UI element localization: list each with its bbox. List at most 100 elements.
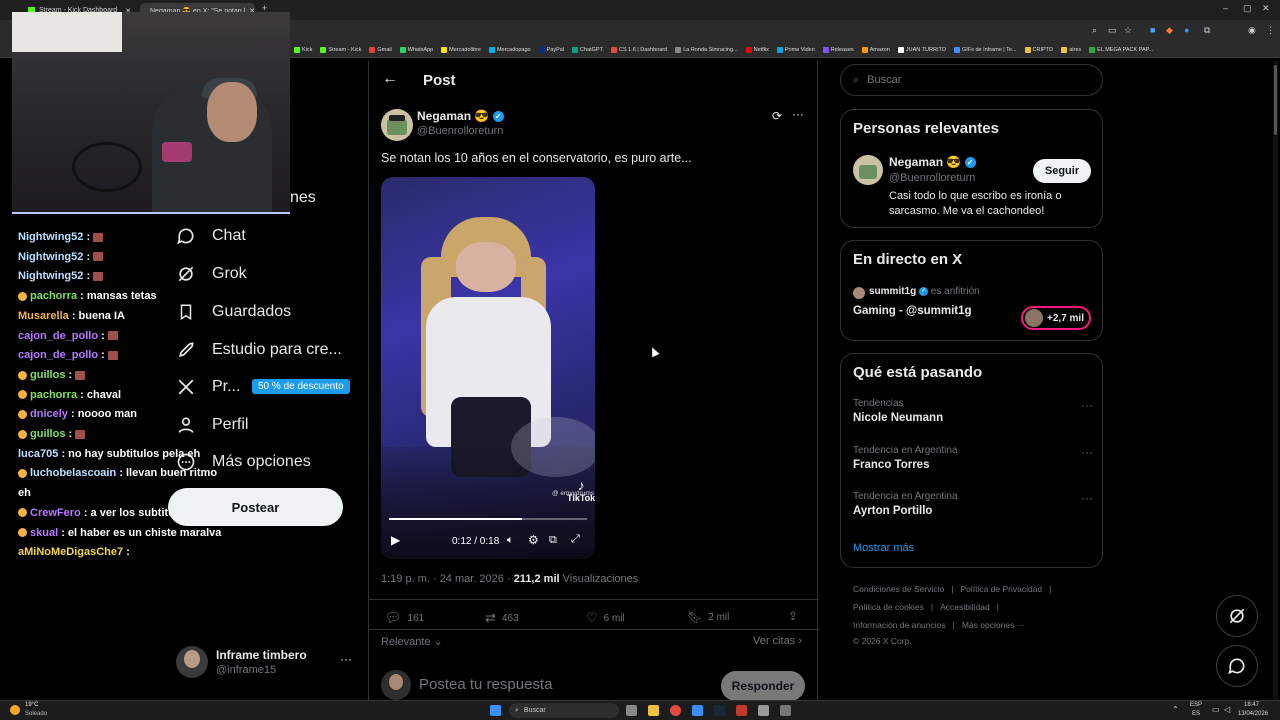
puzzle-icon[interactable]: ⧉	[1204, 25, 1210, 36]
more-icon[interactable]: ···	[1081, 398, 1093, 412]
scrollbar[interactable]	[1273, 61, 1278, 700]
view-quotes-link[interactable]: Ver citas ›	[753, 635, 802, 647]
chat-username[interactable]: Musarella	[18, 310, 69, 322]
live-topic[interactable]: Gaming - @summit1g	[853, 305, 972, 317]
profile-icon[interactable]: ◉	[1248, 25, 1256, 36]
bookmark-item[interactable]: Gmail	[369, 46, 392, 53]
footer-link[interactable]: Política de cookies	[853, 602, 924, 612]
maximize-icon[interactable]: ▢	[1243, 3, 1252, 14]
trend-item[interactable]: Tendencia en Argentina Franco Torres ···	[853, 445, 1093, 471]
footer-link[interactable]: Información de anuncios	[853, 620, 946, 630]
nav-item-profile[interactable]: Perfil	[176, 415, 248, 435]
chat-username[interactable]: dnicely	[30, 408, 68, 420]
like-button[interactable]: ♡ 6 mil	[586, 610, 625, 626]
reply-button[interactable]: 💬︎ 161	[385, 610, 424, 626]
trend-item[interactable]: Tendencia en Argentina Ayrton Portillo ·…	[853, 491, 1093, 517]
bookmark-item[interactable]: EL MEGA PACK PAP...	[1089, 46, 1153, 53]
follow-button[interactable]: Seguir	[1033, 159, 1091, 183]
windows-start-icon[interactable]	[490, 705, 501, 716]
bookmark-item[interactable]: CS 1.6 | Dashboard	[610, 46, 667, 53]
grok-fab-button[interactable]	[1216, 595, 1258, 637]
app-icon[interactable]	[758, 705, 769, 716]
host-row[interactable]: summit1g ✓ es anfitrión	[869, 286, 980, 297]
app-icon[interactable]	[780, 705, 791, 716]
app-icon[interactable]	[692, 705, 703, 716]
bookmark-item[interactable]: Kick	[294, 46, 312, 53]
star-icon[interactable]: ☆	[1124, 25, 1132, 36]
weather-icon[interactable]	[10, 705, 20, 715]
bookmark-item[interactable]: Mercadolibre	[441, 46, 481, 53]
steam-icon[interactable]	[714, 705, 725, 716]
extension-icon[interactable]: ●	[1184, 25, 1189, 35]
chat-username[interactable]: Nightwing52	[18, 251, 83, 263]
person-avatar[interactable]	[853, 155, 883, 185]
chat-username[interactable]: guillos	[30, 428, 65, 440]
cast-icon[interactable]: ▭	[1108, 25, 1117, 36]
video-player[interactable]: ♪ TikTok @ emyydrums ▶ 0:12 / 0:18 🔈︎ ⚙︎…	[381, 177, 595, 559]
fullscreen-icon[interactable]: ⤢	[571, 533, 580, 546]
author-name-row[interactable]: Negaman 😎 ✓	[417, 109, 504, 123]
trend-item[interactable]: Tendencias Nicole Neumann ···	[853, 398, 1093, 424]
chat-username[interactable]: luca705	[18, 448, 58, 460]
more-icon[interactable]: ···	[792, 107, 804, 121]
nav-item-creator-studio[interactable]: Estudio para cre...	[176, 340, 342, 360]
minimize-icon[interactable]: –	[1223, 3, 1228, 13]
reply-input[interactable]: Postea tu respuesta	[419, 676, 552, 693]
bookmark-item[interactable]: Netflix	[745, 46, 769, 53]
bookmark-item[interactable]: La Ronda Simracing...	[675, 46, 738, 53]
nav-item-chat[interactable]: Chat	[176, 226, 246, 246]
chat-username[interactable]: cajon_de_pollo	[18, 330, 98, 342]
file-explorer-icon[interactable]	[648, 705, 659, 716]
sort-dropdown[interactable]: Relevante ⌄	[381, 635, 443, 648]
zoom-icon[interactable]: ⌕	[1092, 25, 1097, 36]
premium-discount-badge[interactable]: 50 % de descuento	[252, 379, 350, 394]
close-window-icon[interactable]: ✕	[1262, 3, 1270, 14]
chat-username[interactable]: luchobelascoain	[30, 467, 116, 479]
chat-username[interactable]: Nightwing52	[18, 231, 83, 243]
nav-item-more[interactable]: Más opciones	[176, 452, 311, 472]
footer-link[interactable]: Condiciones de Servicio	[853, 584, 944, 594]
extension-icon[interactable]: ◆	[1166, 25, 1173, 36]
network-icon[interactable]: ▭	[1212, 705, 1220, 714]
bookmark-item[interactable]: ChatGPT	[572, 46, 603, 53]
messages-fab-button[interactable]	[1216, 645, 1258, 687]
footer-link[interactable]: Más opciones ···	[962, 620, 1025, 630]
video-progress-track[interactable]	[389, 518, 587, 520]
reply-submit-button[interactable]: Responder	[721, 671, 805, 701]
footer-link[interactable]: Política de Privacidad	[960, 584, 1042, 594]
chevron-up-icon[interactable]: ⌃	[1172, 705, 1179, 714]
footer-link[interactable]: Accesibilidad	[940, 602, 990, 612]
bookmark-item[interactable]: WhatsApp	[399, 46, 433, 53]
account-switcher[interactable]: Inframe timbero @inframe15 ···	[176, 646, 356, 680]
pip-icon[interactable]: ⧉	[549, 534, 557, 547]
search-input[interactable]: ⌕ Buscar	[840, 64, 1103, 96]
person-name-row[interactable]: Negaman 😎 ✓	[889, 155, 976, 169]
chat-username[interactable]: CrewFero	[30, 507, 81, 519]
share-icon[interactable]: ⇪	[788, 609, 798, 623]
nav-item-bookmarks[interactable]: Guardados	[176, 302, 291, 322]
chat-username[interactable]: cajon_de_pollo	[18, 349, 98, 361]
show-more-link[interactable]: Mostrar más	[853, 542, 914, 554]
chat-username[interactable]: pachorra	[30, 290, 77, 302]
chat-username[interactable]: aMiNoMeDigasChe7	[18, 546, 123, 558]
taskbar-search[interactable]: ⌕ Buscar	[509, 703, 619, 718]
bookmark-item[interactable]: Stream - Kick	[320, 46, 361, 53]
app-icon[interactable]	[736, 705, 747, 716]
more-icon[interactable]: ···	[1081, 445, 1093, 459]
clock-time[interactable]: 18:47	[1244, 702, 1259, 708]
chat-username[interactable]: Nightwing52	[18, 270, 83, 282]
bookmark-item[interactable]: Mercadopago	[488, 46, 531, 53]
menu-icon[interactable]: ⋮	[1266, 25, 1275, 36]
extension-icon[interactable]: ■	[1150, 25, 1155, 35]
bookmark-button[interactable]: 🔖︎ 2 mil	[687, 610, 729, 624]
chat-username[interactable]: pachorra	[30, 389, 77, 401]
author-avatar[interactable]	[381, 109, 413, 141]
more-icon[interactable]: ···	[340, 652, 352, 666]
play-icon[interactable]: ▶	[391, 533, 400, 547]
bookmark-item[interactable]: Prime Video	[776, 46, 815, 53]
repost-button[interactable]: ⇄ 463	[485, 610, 519, 626]
nav-item-grok[interactable]: Grok	[176, 264, 247, 284]
bookmark-item[interactable]: Amazon	[861, 46, 890, 53]
language-indicator[interactable]: ESP	[1190, 702, 1202, 708]
author-handle[interactable]: @Buenrolloreturn	[417, 125, 503, 137]
